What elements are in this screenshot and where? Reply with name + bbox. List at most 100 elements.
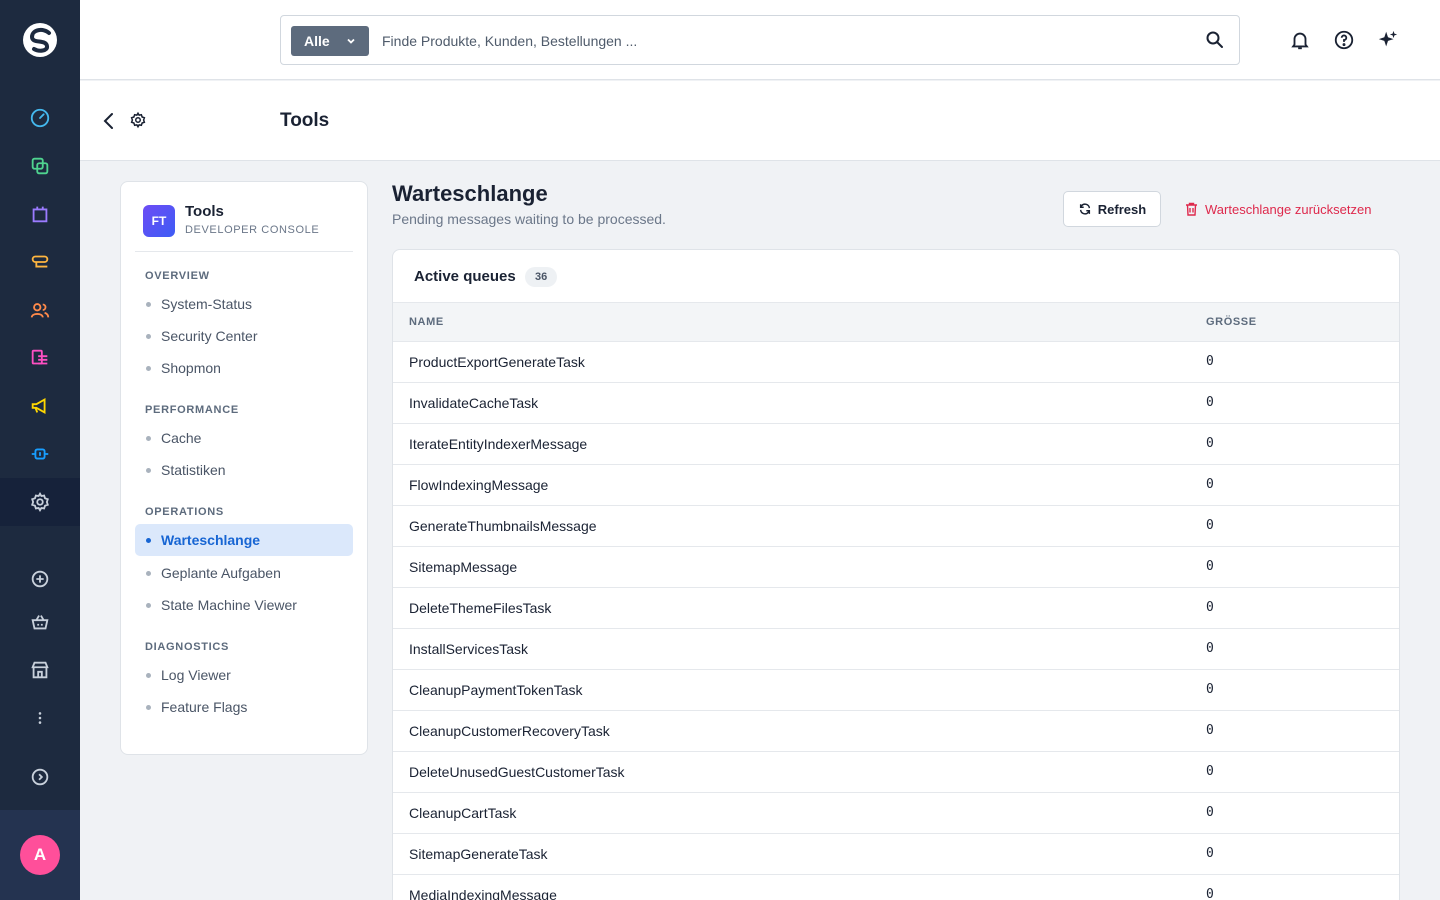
sidebar-subtitle: DEVELOPER CONSOLE <box>185 224 320 236</box>
app-logo: FT <box>143 205 175 237</box>
count-badge: 36 <box>525 267 558 287</box>
sidebar-item-shopmon[interactable]: Shopmon <box>135 352 353 384</box>
queues-card: Active queues 36 NAME GRÖSSE ProductExpo… <box>392 249 1400 900</box>
queue-size: 0 <box>1206 641 1214 656</box>
nav-dashboard[interactable] <box>0 94 80 142</box>
admin-rail: A <box>0 0 80 900</box>
queue-size: 0 <box>1206 518 1214 533</box>
sidebar-item-security-center[interactable]: Security Center <box>135 320 353 352</box>
reset-label: Warteschlange zurücksetzen <box>1205 201 1372 217</box>
nav-settings[interactable] <box>0 478 80 526</box>
table-row: SitemapMessage 0 <box>393 547 1399 588</box>
search-input[interactable] <box>382 26 1182 56</box>
sidebar-item-feature-flags[interactable]: Feature Flags <box>135 691 353 723</box>
page-title: Tools <box>280 110 330 131</box>
nav-expand[interactable] <box>0 753 80 801</box>
nav-basket[interactable] <box>0 598 80 646</box>
sidebar-title: Tools <box>185 203 224 220</box>
queue-size: 0 <box>1206 477 1214 492</box>
catalog-icon <box>31 157 49 175</box>
queue-name: GenerateThumbnailsMessage <box>409 518 597 534</box>
content-icon <box>31 349 48 365</box>
search-type-select[interactable]: Alle <box>291 26 369 56</box>
customers-flow-icon <box>31 255 49 268</box>
queue-size: 0 <box>1206 559 1214 574</box>
card-title: Active queues <box>414 268 516 285</box>
shopware-logo-icon[interactable] <box>20 20 60 60</box>
marketing-icon <box>31 398 46 414</box>
nav-more[interactable] <box>0 694 80 742</box>
back-arrow-icon[interactable] <box>100 111 118 131</box>
nav-extensions[interactable] <box>0 430 80 478</box>
store-icon <box>31 661 49 679</box>
queue-size: 0 <box>1206 436 1214 451</box>
queue-name: InvalidateCacheTask <box>409 395 539 411</box>
queue-name: MediaIndexingMessage <box>409 887 557 900</box>
refresh-button[interactable]: Refresh <box>1063 191 1161 227</box>
queue-size: 0 <box>1206 600 1214 615</box>
sidebar-item-warteschlange[interactable]: Warteschlange <box>135 524 353 556</box>
column-header-name[interactable]: NAME <box>409 316 444 328</box>
tools-sidebar: FT Tools DEVELOPER CONSOLE OVERVIEW Syst… <box>120 181 368 755</box>
nav-catalog[interactable] <box>0 142 80 190</box>
queue-name: CleanupCartTask <box>409 805 517 821</box>
settings-icon <box>31 491 49 513</box>
queue-size: 0 <box>1206 354 1214 369</box>
smart-bar: Tools <box>80 81 1440 161</box>
avatar[interactable]: A <box>20 835 60 875</box>
queue-name: SitemapGenerateTask <box>409 846 548 862</box>
nav-marketing[interactable] <box>0 382 80 430</box>
gear-icon[interactable] <box>129 111 147 129</box>
expand-icon <box>31 768 49 786</box>
section-label-overview: OVERVIEW <box>145 270 210 282</box>
queue-name: FlowIndexingMessage <box>409 477 549 493</box>
trash-icon <box>1186 202 1197 216</box>
sidebar-item-statistiken[interactable]: Statistiken <box>135 454 353 486</box>
nav-orders[interactable] <box>0 190 80 238</box>
sidebar-item-state-machine-viewer[interactable]: State Machine Viewer <box>135 589 353 621</box>
add-circle-icon <box>31 570 49 588</box>
divider <box>135 251 353 252</box>
queue-size: 0 <box>1206 846 1214 861</box>
refresh-label: Refresh <box>1097 201 1147 217</box>
nav-customers[interactable] <box>0 286 80 334</box>
column-header-size[interactable]: GRÖSSE <box>1206 316 1257 328</box>
nav-content[interactable] <box>0 334 80 382</box>
section-subtitle: Pending messages waiting to be processed… <box>392 211 666 227</box>
table-row: MediaIndexingMessage 0 <box>393 875 1399 900</box>
nav-add[interactable] <box>0 555 80 603</box>
search-type-label: Alle <box>304 33 330 49</box>
reset-queue-button[interactable]: Warteschlange zurücksetzen <box>1180 191 1376 227</box>
queue-size: 0 <box>1206 887 1214 900</box>
chevron-down-icon <box>347 38 355 44</box>
queue-size: 0 <box>1206 682 1214 697</box>
queue-name: CleanupPaymentTokenTask <box>409 682 583 698</box>
table-row: FlowIndexingMessage 0 <box>393 465 1399 506</box>
table-row: DeleteThemeFilesTask 0 <box>393 588 1399 629</box>
queue-name: SitemapMessage <box>409 559 518 575</box>
basket-icon <box>31 615 49 630</box>
section-label-performance: PERFORMANCE <box>145 404 239 416</box>
bell-icon[interactable] <box>1289 29 1311 51</box>
queue-name: DeleteThemeFilesTask <box>409 600 552 616</box>
table-row: InvalidateCacheTask 0 <box>393 383 1399 424</box>
table-row: CleanupPaymentTokenTask 0 <box>393 670 1399 711</box>
nav-customers-flow[interactable] <box>0 238 80 286</box>
search-icon[interactable] <box>1205 30 1225 50</box>
table-row: InstallServicesTask 0 <box>393 629 1399 670</box>
sidebar-item-system-status[interactable]: System-Status <box>135 288 353 320</box>
sidebar-item-cache[interactable]: Cache <box>135 422 353 454</box>
sidebar-item-log-viewer[interactable]: Log Viewer <box>135 659 353 691</box>
queue-name: ProductExportGenerateTask <box>409 354 585 370</box>
table-row: IterateEntityIndexerMessage 0 <box>393 424 1399 465</box>
nav-store[interactable] <box>0 646 80 694</box>
help-icon[interactable] <box>1333 29 1355 51</box>
sidebar-item-geplante-aufgaben[interactable]: Geplante Aufgaben <box>135 557 353 589</box>
more-icon <box>38 712 42 724</box>
queue-name: InstallServicesTask <box>409 641 529 657</box>
table-row: ProductExportGenerateTask 0 <box>393 342 1399 383</box>
section-label-operations: OPERATIONS <box>145 506 224 518</box>
sparkle-icon[interactable] <box>1377 29 1399 51</box>
queue-size: 0 <box>1206 395 1214 410</box>
queue-size: 0 <box>1206 805 1214 820</box>
